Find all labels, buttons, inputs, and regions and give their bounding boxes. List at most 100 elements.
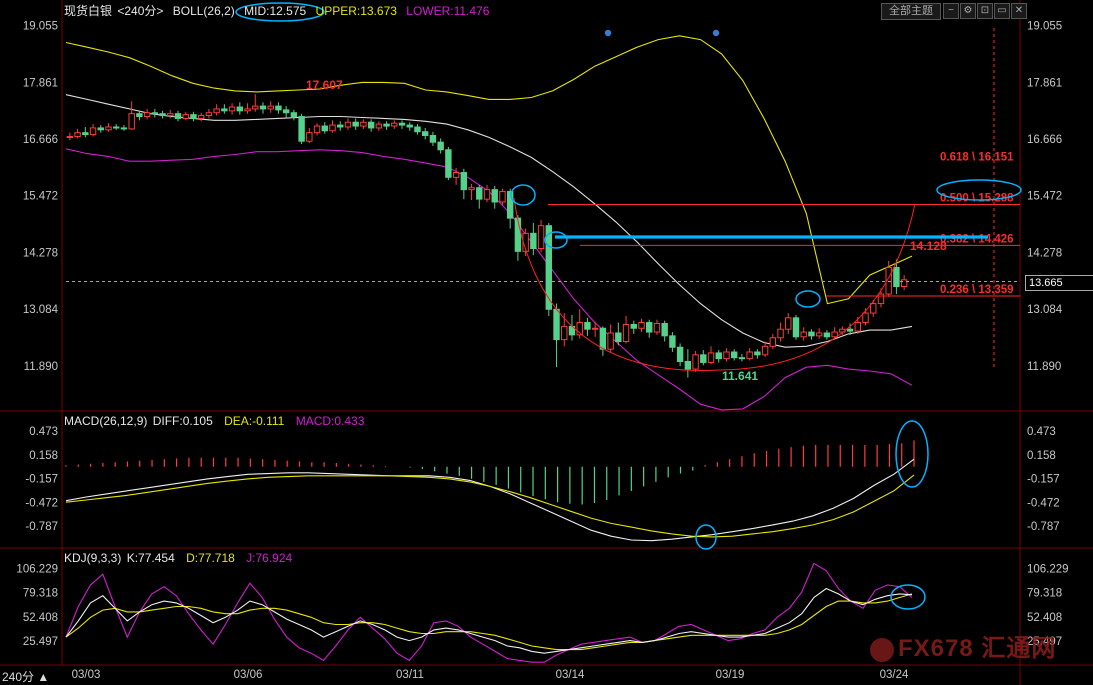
candle-body [545, 225, 553, 310]
watermark-text: FX678 汇通网 [898, 635, 1057, 662]
logo-icon [870, 637, 894, 662]
price-y-tick-left: 16.666 [23, 134, 58, 146]
zoom-out-icon[interactable]: − [943, 3, 959, 19]
candle-body [530, 232, 537, 250]
macd-y-tick-right: -0.157 [1027, 474, 1060, 486]
candle-body [607, 332, 614, 350]
macd-y-tick-left: -0.157 [25, 474, 58, 486]
watermark-logo: FX678 汇通网 [870, 628, 1056, 663]
candle-body [352, 121, 359, 127]
candle-body [893, 266, 900, 287]
candle-body [228, 106, 236, 112]
price-y-tick-left: 11.890 [24, 361, 58, 373]
candle-body [421, 131, 429, 137]
candle-body [584, 322, 591, 330]
macd-diff-line [65, 458, 915, 542]
restore-icon[interactable]: ⊡ [977, 3, 993, 19]
macd-y-tick-left: 0.158 [29, 450, 58, 462]
axis-labels: 19.055 19.055 17.861 17.861 16.666 16.666 15.4… [16, 21, 1068, 681]
candle-body [391, 122, 398, 127]
candle-body [337, 124, 344, 128]
candle-body [460, 172, 468, 191]
candle-body [105, 126, 112, 131]
price-y-tick-left: 19.055 [23, 21, 58, 33]
candle-body [823, 332, 831, 338]
candle-body [321, 125, 328, 132]
boll-lower-line [65, 148, 913, 411]
candle-body [676, 346, 684, 362]
candle-body [669, 335, 676, 348]
candle-body [120, 127, 128, 130]
candle-body [561, 325, 568, 341]
price-panel [65, 35, 1020, 411]
candle-body [630, 323, 637, 329]
fib-level-label: 0.382 \ 14.426 [940, 233, 1014, 245]
candle-body [483, 189, 491, 200]
price-y-tick-right: 11.890 [1027, 361, 1061, 373]
annotations: 0.618 \ 16.1510.500 \ 15.2880.382 \ 14.4… [235, 2, 1022, 610]
candle-body [661, 323, 668, 337]
candle-body [692, 354, 699, 370]
candle-body [290, 112, 298, 118]
candle-body [128, 113, 135, 130]
kdj-y-tick-left: 106.229 [16, 564, 58, 576]
candle-body [846, 328, 854, 332]
macd-y-tick-left: -0.787 [25, 521, 58, 533]
kdj-y-tick-left: 79.318 [23, 588, 58, 600]
candle-body [213, 108, 220, 114]
kdj-y-tick-right: 106.229 [1027, 564, 1069, 576]
candle-body [715, 352, 722, 360]
highlight-ellipse [510, 184, 536, 206]
candle-body [730, 351, 738, 359]
candle-body [506, 191, 514, 219]
candle-body [182, 114, 189, 119]
chart-canvas[interactable]: 19.055 19.055 17.861 17.861 16.666 16.666 15.4… [0, 0, 1093, 685]
price-header: 现货白银 <240分> BOLL(26,2) MID:12.575 UPPER:… [64, 2, 495, 19]
kdj-k-value: K:77.454 [126, 551, 175, 565]
price-y-tick-left: 13.084 [23, 304, 59, 316]
price-y-tick-left: 15.472 [23, 191, 58, 203]
candle-body [406, 124, 413, 128]
close-icon[interactable]: ✕ [1011, 3, 1027, 19]
candle-body [537, 225, 545, 250]
signal-dot [712, 29, 720, 37]
price-y-tick-left: 17.861 [23, 77, 58, 89]
candle-body [499, 191, 506, 203]
candle-body [468, 187, 475, 191]
kdj-y-tick-left: 25.497 [23, 636, 58, 648]
candle-body [275, 105, 282, 111]
candle-body [429, 135, 437, 143]
kdj-header: KDJ(9,3,3) K:77.454 D:77.718 J:76.924 [64, 551, 300, 565]
candle-body [491, 189, 498, 203]
price-y-tick-right: 16.666 [1027, 134, 1062, 146]
candle-body [74, 132, 81, 137]
candle-body [754, 351, 761, 356]
candle-body [383, 123, 390, 127]
boll-mid-line [65, 94, 913, 348]
candle-body [344, 121, 352, 128]
period-low-label: 11.641 [722, 369, 758, 383]
macd-y-tick-left: 0.473 [29, 426, 58, 438]
candle-body [622, 323, 630, 343]
minimize-icon[interactable]: ▭ [994, 3, 1010, 19]
settings-icon[interactable]: ⚙ [960, 3, 976, 19]
macd-diff-value: DIFF:0.105 [152, 414, 213, 428]
current-price-tag: 13.665 [1025, 275, 1093, 291]
candle-body [638, 322, 645, 329]
theme-selector-button[interactable]: 全部主题 [881, 3, 941, 20]
candle-body [700, 354, 707, 363]
candle-body [236, 106, 244, 112]
candle-body [792, 317, 800, 338]
x-date-tick: 03/03 [72, 669, 101, 681]
candle-body [723, 351, 730, 360]
macd-y-tick-left: -0.472 [25, 497, 58, 509]
price-y-tick-right: 14.278 [1027, 247, 1062, 259]
candle-body [252, 105, 259, 110]
fib-level-label: 0.236 \ 13.359 [940, 284, 1014, 296]
kdj-y-tick-right: 52.408 [1027, 612, 1062, 624]
boll-label: BOLL(26,2) [172, 4, 235, 18]
macd-y-tick-right: 0.158 [1027, 450, 1056, 462]
price-y-tick-right: 13.084 [1027, 304, 1063, 316]
candle-body [862, 312, 869, 324]
period-selector[interactable]: 240分 ▲ [2, 668, 49, 685]
